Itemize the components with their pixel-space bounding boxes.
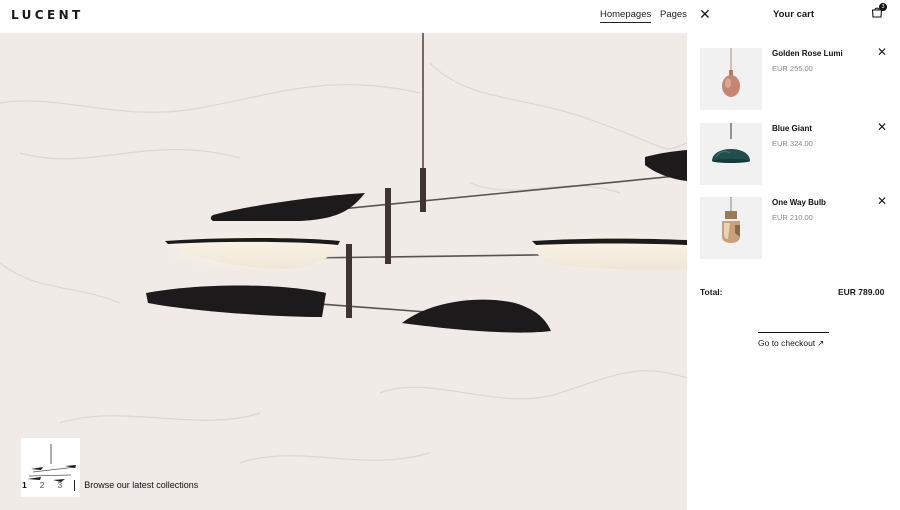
cart-item-price: EUR 255.00	[772, 64, 813, 73]
teal-dome-pendant-lamp-icon[interactable]	[700, 123, 762, 185]
cart-total-value: EUR 789.00	[838, 287, 885, 297]
cart-item: Golden Rose Lumi EUR 255.00 ✕	[700, 46, 890, 110]
pager-divider	[74, 479, 76, 491]
close-cart-button[interactable]: ✕	[699, 7, 711, 21]
pager-page-2[interactable]: 2	[40, 480, 45, 490]
checkout-button[interactable]: Go to checkout ↗	[758, 332, 829, 349]
site-header: LUCENT Homepages Pages	[0, 0, 687, 33]
arrow-up-right-icon: ↗	[817, 338, 825, 348]
cart-title: Your cart	[773, 9, 815, 20]
hero-slider: 1 2 3 Browse our latest collections	[0, 33, 687, 510]
cart-item-price: EUR 210.00	[772, 213, 813, 222]
cart-item-name[interactable]: Golden Rose Lumi	[772, 49, 843, 58]
copper-pendant-lamp-icon[interactable]	[700, 48, 762, 110]
remove-item-button[interactable]: ✕	[877, 195, 887, 207]
remove-item-button[interactable]: ✕	[877, 46, 887, 58]
remove-item-button[interactable]: ✕	[877, 121, 887, 133]
cart-item-price: EUR 324.00	[772, 139, 813, 148]
cart-item: One Way Bulb EUR 210.00 ✕	[700, 195, 890, 259]
nav-homepages[interactable]: Homepages	[600, 9, 652, 23]
checkout-label: Go to checkout	[758, 338, 816, 348]
nav-pages[interactable]: Pages	[660, 9, 687, 20]
site-logo[interactable]: LUCENT	[11, 8, 84, 22]
cart-item: Blue Giant EUR 324.00 ✕	[700, 121, 890, 185]
browse-collections-link[interactable]: Browse our latest collections	[84, 480, 198, 490]
slide-pager: 1 2 3 Browse our latest collections	[22, 479, 198, 491]
cart-item-name[interactable]: Blue Giant	[772, 124, 812, 133]
cart-item-name[interactable]: One Way Bulb	[772, 198, 826, 207]
pager-page-3[interactable]: 3	[57, 480, 62, 490]
cart-count-badge: 3	[879, 3, 887, 11]
copper-bulb-lamp-icon[interactable]	[700, 197, 762, 259]
cart-drawer: ✕ Your cart 3 Golden Rose Lumi EUR 255.0…	[687, 0, 900, 510]
cart-total-label: Total:	[700, 287, 723, 297]
pager-page-1[interactable]: 1	[22, 480, 27, 490]
hero-chandelier-image	[0, 33, 687, 464]
